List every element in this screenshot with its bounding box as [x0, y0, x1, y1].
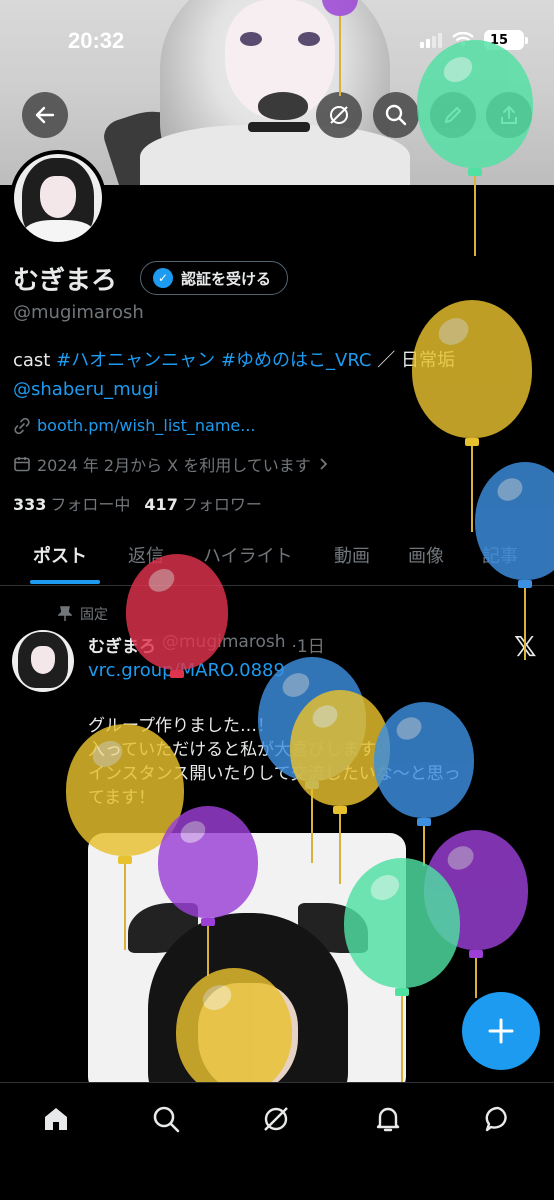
home-icon [45, 1108, 67, 1130]
follow-stats: 333 フォロー中 417 フォロワー [13, 491, 262, 515]
verified-badge-icon: ✓ [153, 268, 173, 288]
nav-notifications[interactable] [368, 1099, 408, 1139]
chevron-right-icon [320, 458, 328, 470]
profile-avatar[interactable] [10, 150, 106, 246]
bio-text: cast [13, 350, 57, 371]
banner-art [258, 92, 308, 120]
tab-videos[interactable]: 動画 [334, 542, 370, 568]
cellular-signal-icon [420, 32, 442, 48]
profile-name: むぎまろ [13, 266, 118, 296]
balloon-decoration [524, 588, 526, 660]
balloon-decoration [471, 446, 473, 532]
balloon-decoration [201, 918, 215, 926]
profile-url-link[interactable]: booth.pm/wish_list_name... [37, 416, 256, 435]
balloon-decoration [339, 814, 341, 884]
balloon-decoration [118, 856, 132, 864]
back-arrow-icon [35, 106, 55, 124]
grok-nav-icon [264, 1107, 288, 1131]
pinned-label: 固定 [80, 607, 108, 623]
balloon-decoration [475, 958, 477, 998]
balloon-decoration [333, 806, 347, 814]
search-button[interactable] [373, 92, 419, 138]
bio-hashtag-link[interactable]: #ハオニャンニャン [56, 350, 215, 371]
balloon-decoration [158, 806, 258, 918]
grok-button[interactable] [316, 92, 362, 138]
get-verified-label: 認証を受ける [181, 269, 272, 288]
banner-art [298, 32, 320, 46]
calendar-icon [14, 457, 30, 472]
followers-label: フォロワー [181, 495, 262, 514]
banner-art [240, 32, 262, 46]
balloon-decoration [207, 926, 209, 976]
grok-icon [330, 106, 348, 124]
active-tab-indicator [30, 580, 100, 584]
get-verified-button[interactable]: ✓ 認証を受ける [140, 261, 289, 295]
balloon-decoration [311, 789, 313, 863]
profile-tabs: ポスト 返信 ハイライト 動画 画像 記事 [0, 530, 554, 586]
banner-art [140, 125, 410, 185]
balloon-decoration [474, 176, 476, 256]
balloon-decoration [344, 858, 460, 988]
balloon-decoration [401, 996, 403, 1082]
pinned-indicator: 固定 [58, 604, 108, 624]
tab-posts[interactable]: ポスト [33, 542, 87, 568]
explore-icon [153, 1106, 180, 1133]
balloon-decoration [412, 300, 532, 438]
nav-home[interactable] [36, 1099, 76, 1139]
balloon-decoration [339, 16, 341, 96]
profile-url-row: booth.pm/wish_list_name... [13, 416, 256, 435]
post-time: ·1日 [291, 637, 325, 657]
profile-joined-text: 2024 年 2月から X を利用しています [37, 456, 311, 475]
following-link[interactable]: 333 フォロー中 [13, 491, 130, 515]
status-time: 20:32 [68, 28, 125, 53]
tab-highlights[interactable]: ハイライト [203, 542, 293, 568]
post-author-avatar[interactable] [12, 630, 74, 692]
back-button[interactable] [22, 92, 68, 138]
compose-post-button[interactable] [462, 992, 540, 1070]
bottom-navigation [0, 1082, 554, 1200]
tab-images[interactable]: 画像 [408, 542, 444, 568]
search-icon [385, 104, 407, 126]
messages-icon [485, 1106, 507, 1132]
balloon-decoration [374, 702, 474, 818]
plus-icon [488, 1018, 514, 1044]
nav-explore[interactable] [146, 1099, 186, 1139]
balloon-decoration [417, 40, 533, 168]
avatar-art [24, 220, 94, 242]
balloon-decoration [126, 554, 228, 670]
bio-hashtag-link[interactable]: #ゆめのはこ_VRC [221, 350, 372, 371]
balloon-decoration [395, 988, 409, 996]
banner-art [248, 122, 310, 132]
bio-mention-link[interactable]: @shaberu_mugi [13, 379, 159, 400]
profile-joined-row[interactable]: 2024 年 2月から X を利用しています [13, 452, 329, 476]
followers-count: 417 [144, 495, 178, 514]
balloon-decoration [469, 950, 483, 958]
balloon-decoration [170, 670, 184, 678]
balloon-decoration [468, 168, 482, 176]
link-icon [14, 417, 30, 434]
followers-link[interactable]: 417 フォロワー [144, 491, 261, 515]
nav-grok[interactable] [256, 1099, 296, 1139]
following-count: 333 [13, 495, 47, 514]
nav-messages[interactable] [478, 1099, 518, 1139]
pin-icon [58, 606, 72, 621]
balloon-decoration [417, 818, 431, 826]
avatar-art [31, 646, 55, 674]
balloon-decoration [518, 580, 532, 588]
balloon-decoration [124, 864, 126, 950]
following-label: フォロー中 [50, 495, 131, 514]
balloon-decoration [465, 438, 479, 446]
avatar-art [40, 176, 76, 218]
profile-handle: @mugimarosh [13, 302, 144, 323]
balloon-decoration [176, 968, 292, 1096]
balloon-decoration [423, 826, 425, 866]
bell-icon [376, 1107, 400, 1132]
